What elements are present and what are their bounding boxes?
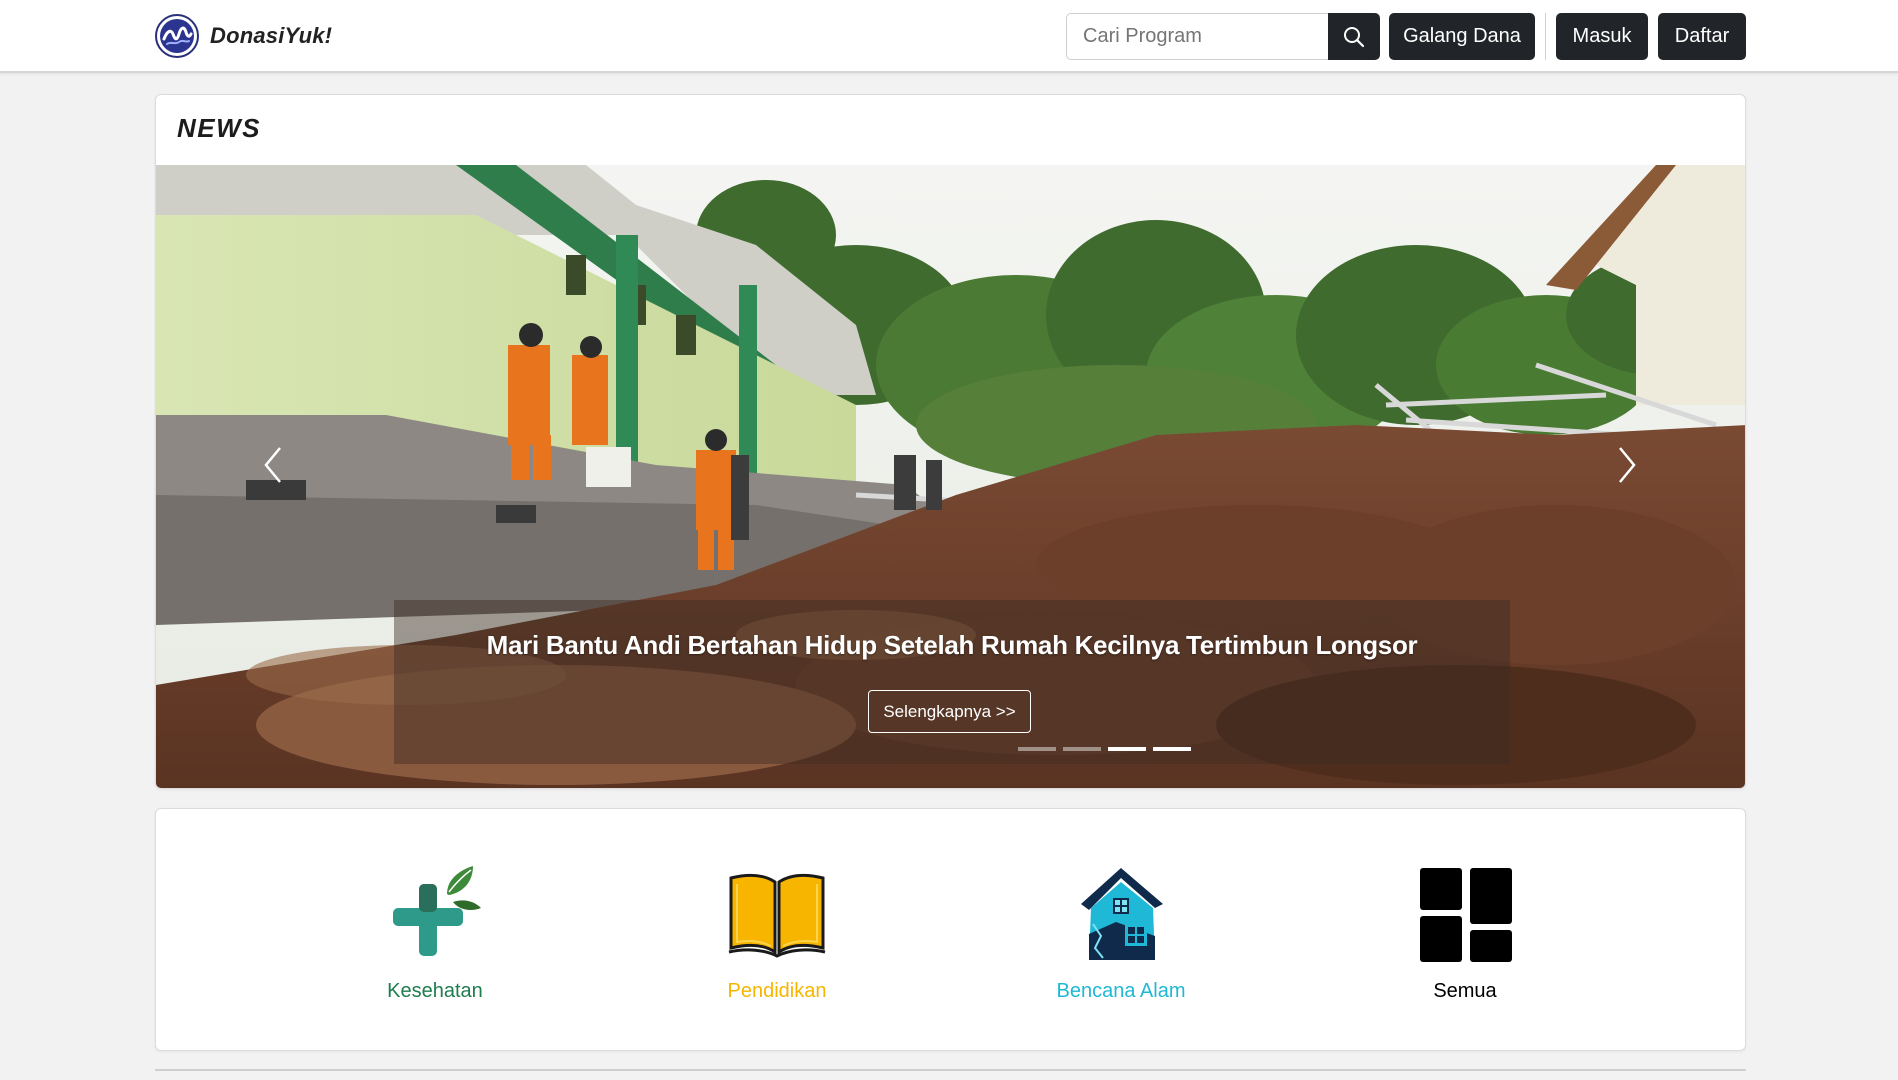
search-icon bbox=[1344, 26, 1365, 47]
slide-caption-box: Mari Bantu Andi Bertahan Hidup Setelah R… bbox=[394, 600, 1510, 764]
search-input[interactable] bbox=[1066, 13, 1328, 60]
section-divider bbox=[155, 1069, 1746, 1071]
brand-logo-icon bbox=[155, 14, 199, 58]
grid-icon bbox=[1420, 868, 1512, 962]
nav-divider bbox=[1545, 13, 1546, 60]
brand-link[interactable]: DonasiYuk! bbox=[155, 14, 332, 58]
category-bencana-alam[interactable]: Bencana Alam bbox=[1021, 864, 1221, 1014]
read-more-button[interactable]: Selengkapnya >> bbox=[868, 690, 1031, 733]
carousel-indicator-2[interactable] bbox=[1063, 747, 1101, 751]
carousel-indicator-4[interactable] bbox=[1153, 747, 1191, 751]
masuk-button[interactable]: Masuk bbox=[1556, 13, 1648, 60]
medical-cross-leaf-icon bbox=[393, 866, 481, 956]
carousel-indicator-3[interactable] bbox=[1108, 747, 1146, 751]
galang-dana-button[interactable]: Galang Dana bbox=[1389, 13, 1535, 60]
category-card: Kesehatan Pendidikan Bencana Alam Semua bbox=[155, 808, 1746, 1051]
category-pendidikan[interactable]: Pendidikan bbox=[677, 864, 877, 1014]
daftar-button[interactable]: Daftar bbox=[1658, 13, 1746, 60]
news-card: NEWS Mari Bantu Andi Bertahan Hidup Sete… bbox=[155, 94, 1746, 789]
search-form bbox=[1066, 13, 1380, 60]
open-book-icon bbox=[728, 873, 826, 958]
category-label-kesehatan: Kesehatan bbox=[387, 980, 483, 1002]
carousel-indicator-1[interactable] bbox=[1018, 747, 1056, 751]
category-label-bencana-alam: Bencana Alam bbox=[1056, 980, 1186, 1002]
category-semua[interactable]: Semua bbox=[1365, 864, 1565, 1014]
navbar: DonasiYuk! Galang Dana Masuk Daftar bbox=[0, 0, 1898, 73]
carousel-indicators bbox=[1018, 747, 1191, 751]
category-label-pendidikan: Pendidikan bbox=[727, 980, 827, 1002]
carousel-prev-button[interactable] bbox=[253, 435, 293, 495]
category-kesehatan[interactable]: Kesehatan bbox=[335, 864, 535, 1014]
brand-name: DonasiYuk! bbox=[210, 23, 333, 48]
category-label-semua: Semua bbox=[1433, 980, 1497, 1002]
collapsed-house-icon bbox=[1081, 868, 1163, 960]
search-button[interactable] bbox=[1328, 13, 1380, 60]
news-carousel: Mari Bantu Andi Bertahan Hidup Setelah R… bbox=[156, 165, 1745, 788]
chevron-left-icon bbox=[264, 447, 281, 483]
chevron-right-icon bbox=[1619, 447, 1636, 483]
news-section-title: NEWS bbox=[177, 113, 261, 143]
carousel-next-button[interactable] bbox=[1607, 435, 1647, 495]
slide-caption-title: Mari Bantu Andi Bertahan Hidup Setelah R… bbox=[486, 630, 1418, 660]
